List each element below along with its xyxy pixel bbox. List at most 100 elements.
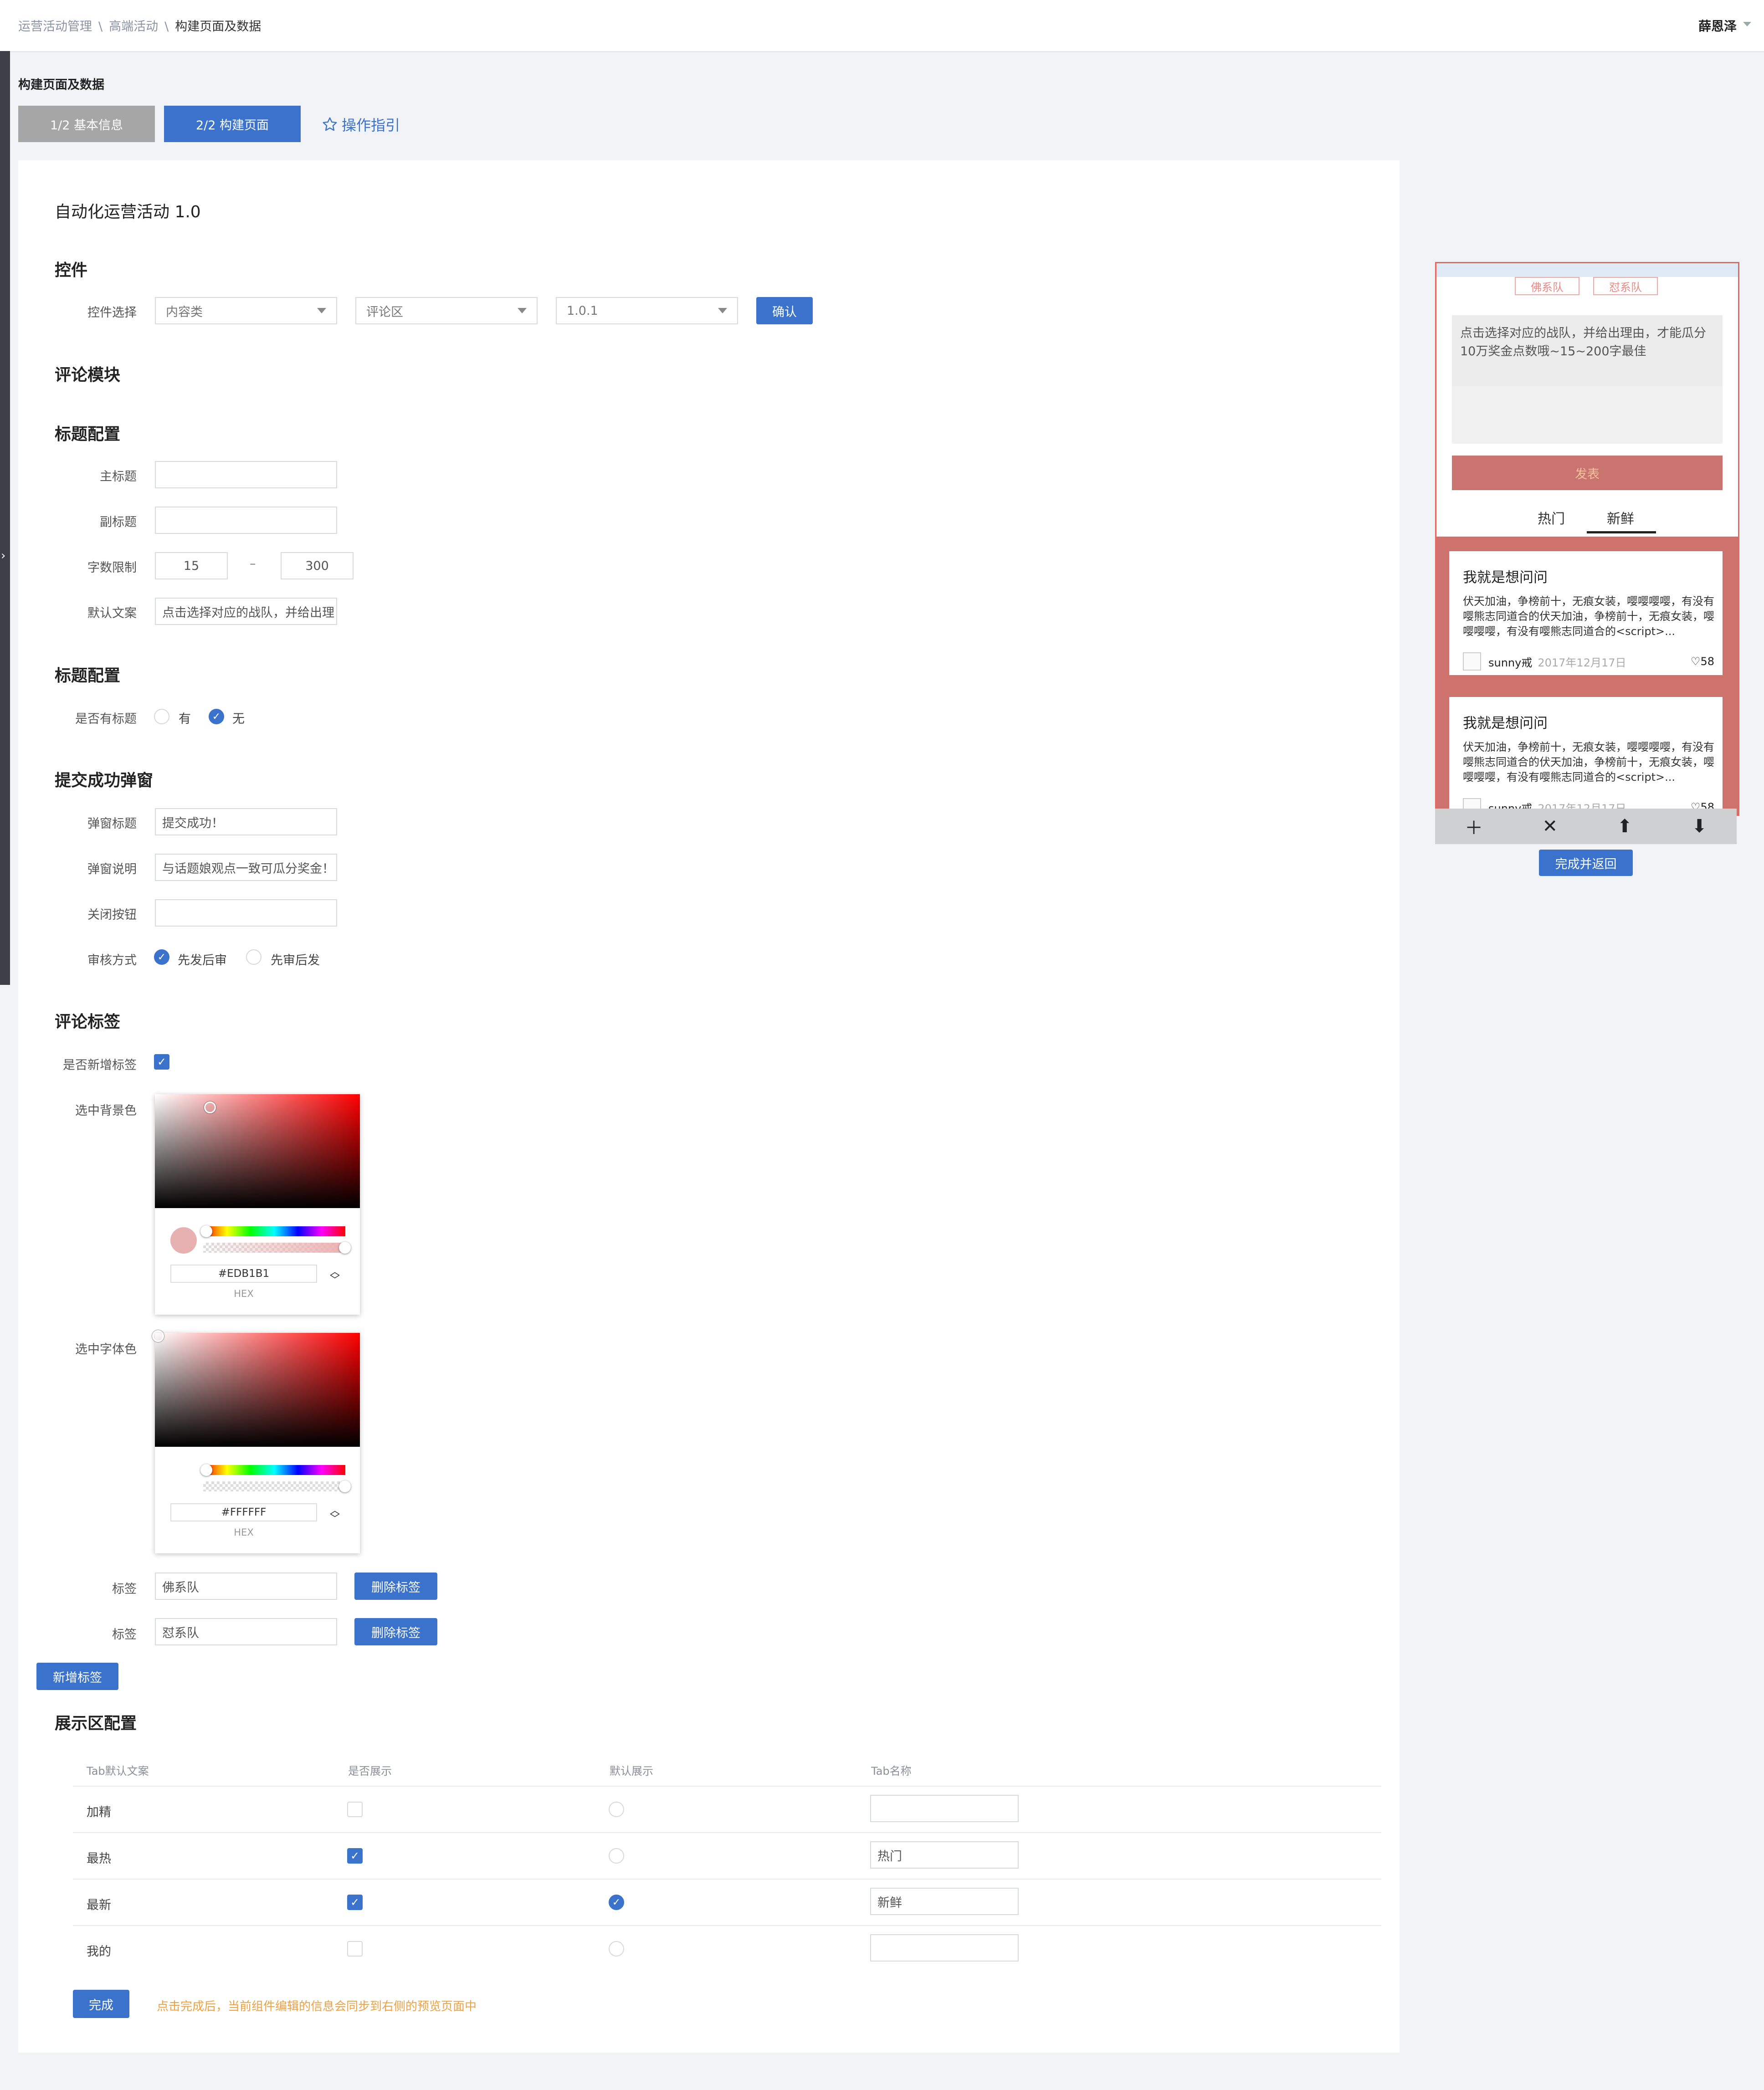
tag-input[interactable]: 怼系队 xyxy=(155,1618,337,1645)
close-icon[interactable]: ✕ xyxy=(1543,816,1558,837)
hue-knob[interactable] xyxy=(200,1225,212,1237)
saturation-cursor[interactable] xyxy=(204,1101,216,1113)
top-bar xyxy=(0,0,1764,52)
bg-color-picker[interactable]: #EDB1B1 HEX ︿ ﹀ xyxy=(155,1094,360,1315)
has-title-yes-label: 有 xyxy=(179,712,191,726)
finish-button[interactable]: 完成 xyxy=(73,1990,129,2018)
add-tag-checkbox[interactable]: ✓ xyxy=(154,1054,169,1070)
comment-textarea[interactable]: 点击选择对应的战队，并给出理由，才能瓜分10万奖金点数哦~15~200字最佳 xyxy=(1452,315,1723,444)
chevron-down-icon[interactable] xyxy=(1743,22,1751,26)
has-title-no-radio[interactable]: ✓ xyxy=(209,709,224,724)
tab-name-input[interactable]: 新鲜 xyxy=(870,1888,1019,1915)
hue-slider[interactable] xyxy=(200,1225,345,1237)
select-value: 评论区 xyxy=(366,305,403,319)
main-title-label: 主标题 xyxy=(100,470,137,484)
font-color-picker[interactable]: #FFFFFF HEX ︿ ﹀ xyxy=(152,1330,360,1553)
default-radio[interactable] xyxy=(609,1848,624,1864)
saturation-area[interactable] xyxy=(152,1330,360,1447)
caret-down-icon xyxy=(718,308,727,313)
submit-button[interactable]: 发表 xyxy=(1452,456,1723,490)
alpha-slider[interactable] xyxy=(203,1480,351,1492)
comment-body: 伏天加油，争榜前十，无痕女装，嘤嘤嘤嘤，有没有嘤熊志同道合的伏天加油，争榜前十，… xyxy=(1463,741,1714,784)
control-type-select[interactable]: 评论区 xyxy=(355,297,538,324)
delete-tag-button[interactable]: 删除标签 xyxy=(354,1573,437,1600)
section-title-comment-module: 评论模块 xyxy=(55,366,121,384)
show-checkbox[interactable]: ✓ xyxy=(347,1895,363,1910)
page-title: 构建页面及数据 xyxy=(18,78,104,92)
char-limit-min-input[interactable]: 15 xyxy=(155,552,228,579)
like-count[interactable]: ♡58 xyxy=(1691,655,1714,668)
show-checkbox[interactable] xyxy=(347,1802,363,1817)
confirm-button[interactable]: 确认 xyxy=(756,297,813,324)
alpha-knob[interactable] xyxy=(339,1242,351,1254)
close-button-input[interactable] xyxy=(155,899,337,927)
breadcrumb-item-premium[interactable]: 高端活动 xyxy=(109,20,158,34)
add-tag-button[interactable]: 新增标签 xyxy=(36,1663,118,1690)
format-toggle-icon[interactable]: ︿ ﹀ xyxy=(330,1267,340,1286)
review-post-first-radio[interactable]: ✓ xyxy=(154,949,169,965)
alpha-slider[interactable] xyxy=(203,1242,351,1254)
format-toggle-icon[interactable]: ︿ ﹀ xyxy=(330,1506,340,1524)
caret-down-icon xyxy=(317,308,326,313)
comment-card[interactable]: 我就是想问问 伏天加油，争榜前十，无痕女装，嘤嘤嘤嘤，有没有嘤熊志同道合的伏天加… xyxy=(1449,551,1723,675)
tab-name-input[interactable]: 热门 xyxy=(870,1841,1019,1869)
done-and-return-button[interactable]: 完成并返回 xyxy=(1539,850,1633,876)
char-limit-max-input[interactable]: 300 xyxy=(281,552,354,579)
preview-tag[interactable]: 佛系队 xyxy=(1515,277,1579,295)
show-checkbox[interactable] xyxy=(347,1941,363,1957)
breadcrumb-separator: \ xyxy=(164,20,169,34)
comment-placeholder: 点击选择对应的战队，并给出理由，才能瓜分10万奖金点数哦~15~200字最佳 xyxy=(1460,326,1706,359)
guide-link[interactable]: 操作指引 xyxy=(322,114,400,135)
arrow-down-icon[interactable]: ⬇ xyxy=(1692,816,1707,837)
saturation-cursor[interactable] xyxy=(152,1330,164,1342)
tab-name-input[interactable] xyxy=(870,1795,1019,1822)
close-button-label: 关闭按钮 xyxy=(87,908,137,922)
breadcrumb-item-ops[interactable]: 运营活动管理 xyxy=(18,20,92,34)
popup-title-label: 弹窗标题 xyxy=(87,817,137,831)
popup-desc-input[interactable]: 与话题娘观点一致可瓜分奖金！ xyxy=(155,854,337,881)
default-radio[interactable] xyxy=(609,1941,624,1957)
popup-title-input[interactable]: 提交成功！ xyxy=(155,808,337,835)
control-version-select[interactable]: 1.0.1 xyxy=(556,297,738,324)
saturation-area[interactable] xyxy=(155,1094,360,1208)
section-title-title-config: 标题配置 xyxy=(55,425,121,444)
preview-toolbar: ＋ ✕ ⬆ ⬇ xyxy=(1435,809,1737,844)
step-basic-info-button[interactable]: 1/2 基本信息 xyxy=(18,106,155,142)
hue-knob[interactable] xyxy=(200,1464,212,1476)
tag-label: 标签 xyxy=(112,1582,137,1596)
default-radio[interactable]: ✓ xyxy=(609,1895,624,1910)
step-build-page-button[interactable]: 2/2 构建页面 xyxy=(164,106,301,142)
alpha-knob[interactable] xyxy=(339,1480,351,1492)
hex-input[interactable]: #FFFFFF xyxy=(170,1503,317,1521)
main-title-input[interactable] xyxy=(155,461,337,488)
sub-title-input[interactable] xyxy=(155,507,337,534)
select-value: 内容类 xyxy=(166,305,203,319)
tab-hot[interactable]: 热门 xyxy=(1538,507,1565,528)
app-title: 自动化运营活动 1.0 xyxy=(55,203,201,221)
heart-icon: ♡ xyxy=(1690,655,1701,668)
comment-card[interactable]: 我就是想问问 伏天加油，争榜前十，无痕女装，嘤嘤嘤嘤，有没有嘤熊志同道合的伏天加… xyxy=(1449,697,1723,814)
like-count-value: 58 xyxy=(1700,655,1714,668)
finish-hint: 点击完成后，当前组件编辑的信息会同步到右侧的预览页面中 xyxy=(157,2000,477,2013)
control-category-select[interactable]: 内容类 xyxy=(155,297,337,324)
delete-tag-button[interactable]: 删除标签 xyxy=(354,1618,437,1645)
hex-input[interactable]: #EDB1B1 xyxy=(170,1265,317,1283)
user-name[interactable]: 薛恩泽 xyxy=(1698,16,1737,35)
table-row xyxy=(73,1879,1381,1926)
arrow-up-icon[interactable]: ⬆ xyxy=(1617,816,1632,837)
has-title-no-label: 无 xyxy=(232,712,245,726)
hue-slider[interactable] xyxy=(200,1464,345,1476)
guide-label: 操作指引 xyxy=(342,117,400,134)
tab-new[interactable]: 新鲜 xyxy=(1607,507,1634,528)
plus-icon[interactable]: ＋ xyxy=(1465,813,1483,840)
comment-body: 伏天加油，争榜前十，无痕女装，嘤嘤嘤嘤，有没有嘤熊志同道合的伏天加油，争榜前十，… xyxy=(1463,595,1714,638)
column-header: Tab默认文案 xyxy=(87,1765,149,1778)
tag-input[interactable]: 佛系队 xyxy=(155,1573,337,1600)
default-copy-input[interactable]: 点击选择对应的战队，并给出理 xyxy=(155,598,337,625)
preview-tag[interactable]: 怼系队 xyxy=(1593,277,1658,295)
tab-name-input[interactable] xyxy=(870,1934,1019,1962)
default-radio[interactable] xyxy=(609,1802,624,1817)
has-title-yes-radio[interactable] xyxy=(154,709,169,724)
show-checkbox[interactable]: ✓ xyxy=(347,1848,363,1864)
review-first-radio[interactable] xyxy=(246,949,262,965)
